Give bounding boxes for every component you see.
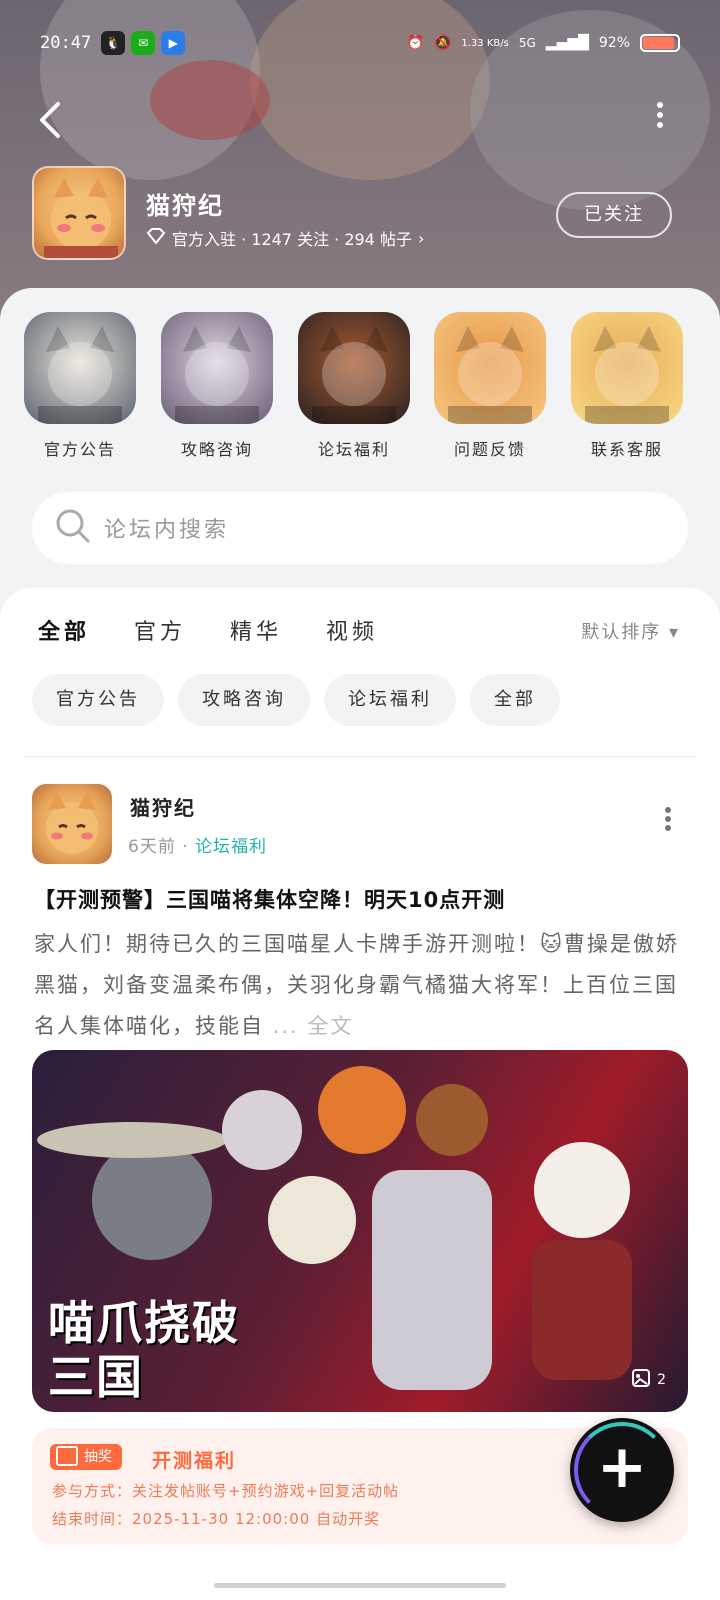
search-icon xyxy=(54,507,92,549)
tab-item[interactable]: 精华 xyxy=(230,614,282,646)
battery-percent: 92% xyxy=(598,35,630,51)
status-time: 20:47 xyxy=(40,33,92,53)
post-author-avatar[interactable] xyxy=(32,784,112,864)
image-stack-icon xyxy=(631,1368,651,1392)
main-content: 官方公告 攻略咨询 论坛福利 问题反馈 联系客服 论坛内搜索 全部 官方 精华 视频 默认排序… xyxy=(0,288,720,1600)
category-chips: 官方公告 攻略咨询 论坛福利 全部 xyxy=(32,674,560,726)
post-category-tag[interactable]: 论坛福利 xyxy=(195,837,267,857)
shortcut-thumbnail xyxy=(298,312,410,424)
post-excerpt: 家人们！期待已久的三国喵星人卡牌手游开测啦！🐱曹操是傲娇黑猫，刘备变温柔布偶，关… xyxy=(34,932,679,1038)
diamond-icon xyxy=(146,228,166,248)
shortcut-thumbnail xyxy=(571,312,683,424)
shortcut-row: 官方公告 攻略咨询 论坛福利 问题反馈 联系客服 xyxy=(0,312,720,462)
shortcut-label: 攻略咨询 xyxy=(180,440,253,459)
image-count: 2 xyxy=(631,1368,666,1392)
post-header: 猫狩纪 6天前 · 论坛福利 xyxy=(32,784,688,866)
forum-name: 猫狩纪 xyxy=(146,192,224,220)
promo-end-time: 结束时间：2025-11-30 12:00:00 自动开奖 xyxy=(52,1510,381,1528)
header-art xyxy=(250,0,490,180)
promo-participation: 参与方式：关注发帖账号+预约游戏+回复活动帖 xyxy=(52,1482,400,1500)
forum-header: 20:47 🐧 ✉ ▶ ⏰ 🔕 1.33 KB/s 5G ▂▄▆█ 92% 猫狩… xyxy=(0,0,720,320)
post-title[interactable]: 【开测预警】三国喵将集体空降！明天10点开测 xyxy=(34,884,694,914)
shortcut-item[interactable]: 官方公告 xyxy=(24,312,136,460)
post-meta: 6天前 · 论坛福利 xyxy=(128,832,267,857)
gift-icon xyxy=(56,1446,78,1466)
post-image[interactable]: 喵爪挠破三国 2 xyxy=(32,1050,688,1412)
network-type: 5G xyxy=(518,36,536,50)
search-input[interactable]: 论坛内搜索 xyxy=(104,512,229,544)
sort-dropdown[interactable]: 默认排序 ▾ xyxy=(581,618,680,644)
shortcut-thumbnail xyxy=(161,312,273,424)
shortcut-item[interactable]: 攻略咨询 xyxy=(161,312,273,460)
post-image-title: 喵爪挠破三国 xyxy=(48,1296,240,1404)
forum-meta[interactable]: 官方入驻 · 1247 关注 · 294 帖子 › xyxy=(146,226,424,250)
post-more-button[interactable] xyxy=(664,806,672,839)
create-post-button[interactable]: + xyxy=(570,1418,674,1522)
separator: · xyxy=(182,837,196,857)
shortcut-label: 问题反馈 xyxy=(453,440,526,459)
more-options-button[interactable] xyxy=(650,100,670,140)
signal-icon: ▂▄▆█ xyxy=(545,35,589,51)
status-bar: 20:47 🐧 ✉ ▶ ⏰ 🔕 1.33 KB/s 5G ▂▄▆█ 92% xyxy=(40,28,680,58)
net-speed: 1.33 KB/s xyxy=(461,37,509,49)
follow-button[interactable]: 已关注 xyxy=(556,192,672,238)
sort-label: 默认排序 xyxy=(581,622,662,643)
forum-stats: 官方入驻 · 1247 关注 · 294 帖子 xyxy=(172,230,412,249)
alarm-icon: ⏰ xyxy=(406,35,424,51)
header-art xyxy=(150,60,270,140)
lottery-badge-label: 抽奖 xyxy=(84,1449,112,1465)
shortcut-label: 论坛福利 xyxy=(317,440,390,459)
search-bar[interactable]: 论坛内搜索 xyxy=(32,492,688,564)
tab-item[interactable]: 官方 xyxy=(134,614,186,646)
read-more-link[interactable]: ... 全文 xyxy=(273,1014,354,1038)
filter-chip[interactable]: 攻略咨询 xyxy=(178,674,310,726)
filter-chip[interactable]: 论坛福利 xyxy=(324,674,456,726)
lottery-badge: 抽奖 xyxy=(50,1444,122,1470)
image-count-value: 2 xyxy=(657,1372,666,1388)
post-body[interactable]: 家人们！期待已久的三国喵星人卡牌手游开测啦！🐱曹操是傲娇黑猫，刘备变温柔布偶，关… xyxy=(34,924,684,1047)
forum-avatar[interactable] xyxy=(32,166,126,260)
filter-chip[interactable]: 官方公告 xyxy=(32,674,164,726)
home-indicator[interactable] xyxy=(214,1583,506,1588)
caret-down-icon: ▾ xyxy=(668,622,680,643)
plus-icon: + xyxy=(596,1432,648,1502)
back-button[interactable] xyxy=(36,100,76,144)
shortcut-thumbnail xyxy=(24,312,136,424)
chevron-right-icon: › xyxy=(417,228,425,248)
wechat-icon: ✉ xyxy=(131,31,156,55)
filter-chip[interactable]: 全部 xyxy=(470,674,560,726)
tab-item[interactable]: 视频 xyxy=(326,614,378,646)
divider xyxy=(24,756,696,757)
shortcut-item[interactable]: 联系客服 xyxy=(571,312,683,460)
post-time: 6天前 xyxy=(128,837,176,857)
qq-icon: 🐧 xyxy=(101,31,126,55)
tab-item[interactable]: 全部 xyxy=(38,614,90,646)
video-app-icon: ▶ xyxy=(161,31,186,55)
shortcut-label: 官方公告 xyxy=(43,440,116,459)
shortcut-label: 联系客服 xyxy=(590,440,663,459)
shortcut-item[interactable]: 论坛福利 xyxy=(298,312,410,460)
post-author-name[interactable]: 猫狩纪 xyxy=(130,792,196,821)
feed-tabs: 全部 官方 精华 视频 xyxy=(38,614,378,646)
promo-title: 开测福利 xyxy=(152,1450,237,1472)
shortcut-thumbnail xyxy=(434,312,546,424)
mute-icon: 🔕 xyxy=(433,35,452,51)
battery-icon xyxy=(640,34,680,52)
shortcut-item[interactable]: 问题反馈 xyxy=(434,312,546,460)
